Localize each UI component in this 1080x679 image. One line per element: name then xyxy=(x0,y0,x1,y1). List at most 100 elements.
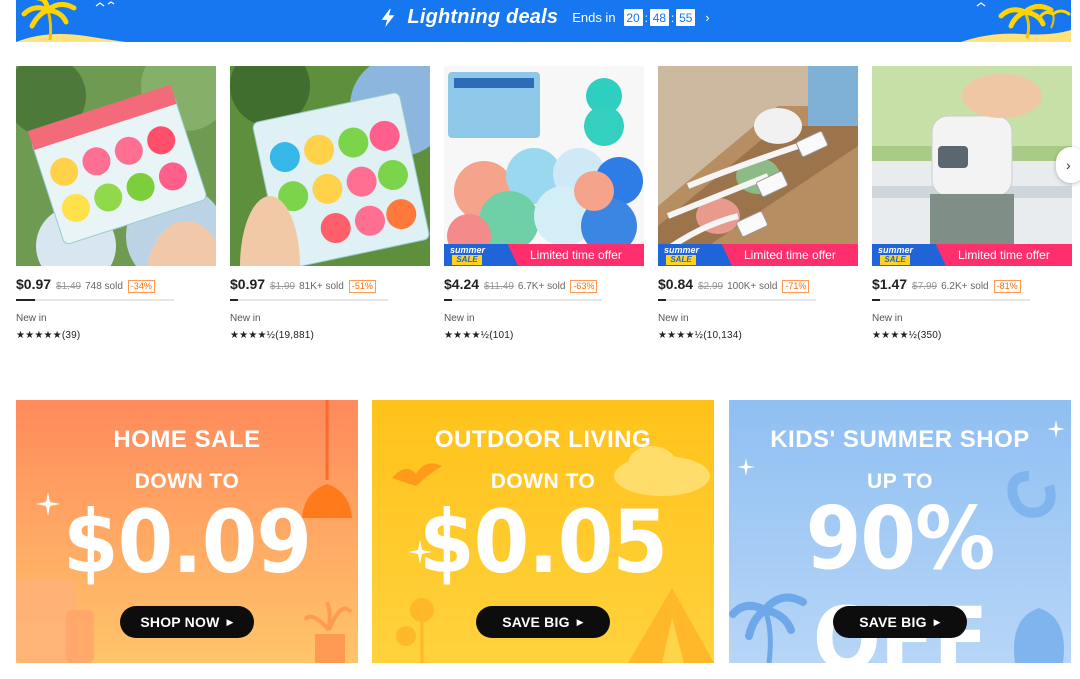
sales-progress-bar xyxy=(658,299,816,301)
product-sold-count: 81K+ sold xyxy=(299,281,344,292)
timer-separator: : xyxy=(644,10,648,25)
new-in-label: New in xyxy=(872,313,903,324)
product-card[interactable]: $0.97 $1.99 81K+ sold -51% New in ★★★★½(… xyxy=(230,66,430,341)
product-sold-count: 6.7K+ sold xyxy=(517,281,566,292)
chevron-right-icon: › xyxy=(1066,157,1071,173)
product-card[interactable]: $0.97 $1.49 748 sold -34% New in ★★★★★(3… xyxy=(16,66,216,341)
save-big-button[interactable]: SAVE BIG ▶ xyxy=(833,606,967,638)
progress-fill xyxy=(658,299,666,301)
product-price: $0.97 xyxy=(230,276,266,292)
promo-card-kids-summer-shop[interactable]: KIDS' SUMMER SHOP UP TO 90% OFF SAVE BIG… xyxy=(729,400,1071,663)
sales-progress-bar xyxy=(444,299,602,301)
lightning-icon xyxy=(381,8,395,27)
product-image[interactable]: summer SALE Limited time offer xyxy=(658,66,858,266)
promo-price: $0.05 xyxy=(418,492,668,593)
promo-title: KIDS' SUMMER SHOP xyxy=(770,426,1030,453)
product-old-price: $1.49 xyxy=(56,281,82,292)
discount-badge: -63% xyxy=(570,280,598,293)
limited-time-tag: summer SALE Limited time offer xyxy=(658,244,858,266)
timer-hours: 20 xyxy=(623,9,643,26)
lightning-deals-banner[interactable]: Lightning deals Ends in 20 : 48 : 55 › xyxy=(16,0,1071,42)
promo-card-outdoor-living[interactable]: OUTDOOR LIVING DOWN TO $0.05 SAVE BIG ▶ xyxy=(372,400,714,663)
stars: ★★★★★ xyxy=(16,330,62,341)
save-big-button[interactable]: SAVE BIG ▶ xyxy=(476,606,610,638)
sales-progress-bar xyxy=(872,299,1030,301)
banner-title: Lightning deals xyxy=(407,6,559,28)
button-label: SAVE BIG xyxy=(859,614,927,630)
sales-progress-bar xyxy=(16,299,174,301)
discount-badge: -71% xyxy=(782,280,810,293)
plant-icon xyxy=(303,601,353,663)
product-old-price: $11.49 xyxy=(484,281,514,292)
promo-subtitle: DOWN TO xyxy=(134,470,240,493)
summer-label: summer xyxy=(450,245,486,255)
limited-time-tag: summer SALE Limited time offer xyxy=(872,244,1072,266)
timer-separator: : xyxy=(670,10,675,25)
product-image[interactable] xyxy=(230,66,430,266)
product-card[interactable]: summer SALE Limited time offer $1.47 $7.9… xyxy=(872,66,1072,341)
sale-label: SALE xyxy=(452,255,482,265)
promo-card-home-sale[interactable]: HOME SALE DOWN TO $0.09 SHOP NOW ▶ xyxy=(16,400,358,663)
product-card[interactable]: summer SALE Limited time offer $4.24 $11.… xyxy=(444,66,644,341)
play-icon: ▶ xyxy=(576,616,584,627)
product-old-price: $7.99 xyxy=(912,281,938,292)
review-count: (19,881) xyxy=(275,330,315,341)
limited-time-label: Limited time offer xyxy=(530,248,622,262)
product-sold-count: 6.2K+ sold xyxy=(941,281,989,292)
new-in-label: New in xyxy=(658,313,689,324)
product-sold-count: 100K+ sold xyxy=(727,281,778,292)
ends-in-label: Ends in xyxy=(572,10,616,25)
promo-title: HOME SALE xyxy=(113,426,261,453)
flower-icon xyxy=(396,598,434,663)
sales-progress-bar xyxy=(230,299,388,301)
stars: ★★★★½ xyxy=(658,330,704,341)
promo-price: $0.09 xyxy=(62,492,312,593)
product-price: $0.84 xyxy=(658,276,694,292)
review-count: (101) xyxy=(489,330,514,341)
review-count: (350) xyxy=(917,330,942,341)
summer-sale-badge: summer SALE xyxy=(658,244,732,266)
discount-badge: -51% xyxy=(348,280,376,293)
star-rating: ★★★★½(19,881) xyxy=(230,330,430,341)
stars: ★★★★½ xyxy=(230,330,276,341)
limited-time-label: Limited time offer xyxy=(744,248,836,262)
sale-label: SALE xyxy=(666,255,696,265)
discount-badge: -81% xyxy=(993,280,1021,293)
summer-sale-badge: summer SALE xyxy=(444,244,518,266)
new-in-label: New in xyxy=(16,313,47,324)
stars: ★★★★½ xyxy=(872,330,918,341)
discount-badge: -34% xyxy=(127,280,155,293)
new-in-label: New in xyxy=(230,313,261,324)
button-label: SHOP NOW xyxy=(140,614,220,630)
progress-fill xyxy=(872,299,880,301)
progress-fill xyxy=(230,299,238,301)
product-sold-count: 748 sold xyxy=(85,281,123,292)
limited-time-label: Limited time offer xyxy=(958,248,1050,262)
play-icon: ▶ xyxy=(933,616,941,627)
countdown-timer: 20 : 48 : 55 xyxy=(623,9,696,26)
product-image[interactable]: summer SALE Limited time offer xyxy=(872,66,1072,266)
product-image[interactable] xyxy=(16,66,216,266)
timer-minutes: 48 xyxy=(649,9,669,26)
product-card[interactable]: summer SALE Limited time offer $0.84 $2.9… xyxy=(658,66,858,341)
sale-label: SALE xyxy=(880,255,910,265)
progress-fill xyxy=(16,299,35,301)
product-old-price: $1.99 xyxy=(270,281,296,292)
product-image[interactable]: summer SALE Limited time offer xyxy=(444,66,644,266)
review-count: (10,134) xyxy=(703,330,743,341)
stars: ★★★★½ xyxy=(444,330,490,341)
star-rating: ★★★★½(101) xyxy=(444,330,644,341)
star-rating: ★★★★½(10,134) xyxy=(658,330,858,341)
shop-now-button[interactable]: SHOP NOW ▶ xyxy=(120,606,254,638)
summer-label: summer xyxy=(664,245,700,255)
product-price: $1.47 xyxy=(872,276,908,292)
chevron-right-icon[interactable]: › xyxy=(705,10,709,25)
product-old-price: $2.99 xyxy=(698,281,724,292)
button-label: SAVE BIG xyxy=(502,614,570,630)
progress-fill xyxy=(444,299,452,301)
promo-subtitle: DOWN TO xyxy=(490,470,596,493)
carousel-next-button[interactable]: › xyxy=(1056,147,1080,183)
limited-time-tag: summer SALE Limited time offer xyxy=(444,244,644,266)
product-price: $0.97 xyxy=(16,276,52,292)
summer-sale-badge: summer SALE xyxy=(872,244,946,266)
